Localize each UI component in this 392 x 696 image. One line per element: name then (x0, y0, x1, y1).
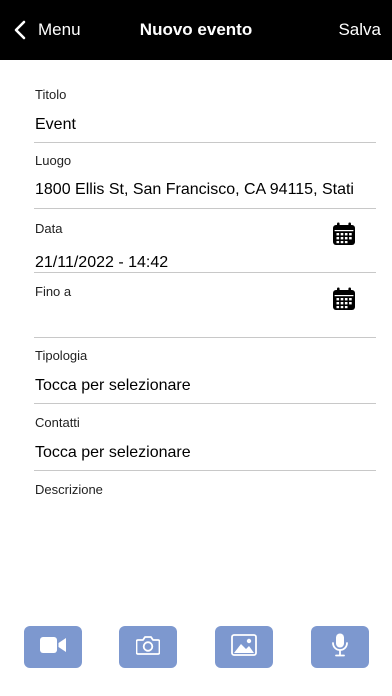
navigation-bar: Menu Nuovo evento Salva (0, 0, 392, 60)
title-input[interactable]: Event (35, 116, 359, 134)
type-field[interactable]: Tipologia Tocca per selezionare (34, 338, 376, 404)
video-camera-icon (40, 636, 66, 659)
date-value[interactable]: 21/11/2022 - 14:42 (35, 254, 359, 272)
save-button[interactable]: Salva (338, 0, 381, 60)
event-form: Titolo Event Luogo 1800 Ellis St, San Fr… (34, 60, 376, 511)
location-input[interactable]: 1800 Ellis St, San Francisco, CA 94115, … (35, 181, 359, 199)
back-button-label: Menu (38, 20, 81, 39)
contacts-selector[interactable]: Tocca per selezionare (35, 444, 359, 462)
type-field-label: Tipologia (35, 348, 88, 363)
title-field[interactable]: Titolo Event (34, 60, 376, 143)
chevron-left-icon (14, 20, 26, 40)
location-field-label: Luogo (35, 153, 72, 168)
type-selector[interactable]: Tocca per selezionare (35, 377, 359, 395)
calendar-icon[interactable] (332, 287, 356, 311)
gallery-button[interactable] (215, 626, 273, 668)
title-field-label: Titolo (35, 87, 67, 102)
date-field-label: Data (35, 221, 63, 236)
location-field[interactable]: Luogo 1800 Ellis St, San Francisco, CA 9… (34, 143, 376, 209)
contacts-field[interactable]: Contatti Tocca per selezionare (34, 404, 376, 471)
video-button[interactable] (24, 626, 82, 668)
back-button[interactable]: Menu (14, 0, 81, 60)
calendar-icon[interactable] (332, 222, 356, 246)
description-field[interactable]: Descrizione (34, 471, 376, 511)
photo-button[interactable] (119, 626, 177, 668)
end-date-field-label: Fino a (35, 284, 72, 299)
end-date-field[interactable]: Fino a (34, 273, 376, 338)
microphone-icon (331, 633, 349, 662)
description-field-label: Descrizione (35, 482, 103, 497)
image-icon (231, 633, 257, 661)
microphone-button[interactable] (311, 626, 369, 668)
camera-icon (135, 635, 161, 660)
contacts-field-label: Contatti (35, 415, 80, 430)
date-field[interactable]: Data 21/11/2022 - 14:42 (34, 209, 376, 273)
